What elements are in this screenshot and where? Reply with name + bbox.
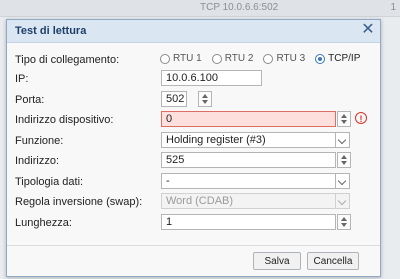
stepper-down-icon[interactable] [202,100,208,104]
chevron-down-icon [336,193,350,209]
port-label: Porta: [15,94,45,106]
length-row: Lunghezza: 1 [15,214,375,232]
radio-circle[interactable] [211,53,222,64]
address-stepper[interactable] [337,152,351,168]
length-input[interactable]: 1 [161,214,336,230]
warning-icon: ! [355,112,367,124]
dialog-footer: Salva Cancella [7,245,380,276]
port-stepper[interactable] [198,91,212,107]
radio-tcpip[interactable]: TCP/IP [315,53,360,64]
swap-select: Word (CDAB) [161,193,336,209]
background-counter: 1 [390,2,396,13]
save-button[interactable]: Salva [253,252,301,270]
stepper-down-icon[interactable] [341,161,347,165]
stepper-down-icon[interactable] [341,223,347,227]
close-icon[interactable]: ✕ [360,22,376,38]
dialog-header: Test di lettura ✕ [7,20,380,43]
stepper-up-icon[interactable] [341,155,347,159]
device-address-stepper[interactable] [337,111,351,127]
ip-row: IP: 10.0.6.100 [15,70,375,88]
port-row: Porta: 502 [15,91,375,109]
swap-label: Regola inversione (swap): [15,196,143,208]
radio-label: RTU 2 [224,53,254,64]
length-stepper[interactable] [337,214,351,230]
background-divider [0,16,400,17]
radio-circle-selected[interactable] [315,53,326,64]
data-type-row: Tipologia dati: - [15,173,375,191]
radio-rtu2[interactable]: RTU 2 [211,53,254,64]
data-type-select[interactable]: - [161,173,336,189]
ip-label: IP: [15,73,29,85]
device-address-row: Indirizzo dispositivo: 0 ! [15,111,375,129]
radio-circle[interactable] [263,53,274,64]
swap-row: Regola inversione (swap): Word (CDAB) [15,193,375,211]
radio-circle[interactable] [160,53,170,64]
function-label: Funzione: [15,135,64,147]
connection-type-radio-group: RTU 1 RTU 2 RTU 3 TCP/IP [160,53,360,64]
chevron-down-icon[interactable] [336,173,350,189]
connection-type-row: Tipo di collegamento: RTU 1 RTU 2 RTU 3 … [15,51,375,69]
function-row: Funzione: Holding register (#3) [15,132,375,150]
radio-rtu1[interactable]: RTU 1 [160,53,202,64]
radio-label: RTU 1 [173,53,202,64]
stepper-down-icon[interactable] [341,120,347,124]
device-address-input[interactable]: 0 [161,111,336,127]
dialog-title: Test di lettura [15,25,87,37]
device-address-label: Indirizzo dispositivo: [15,114,114,126]
background-connection-title: TCP 10.0.6.6:502 [200,2,279,13]
length-label: Lunghezza: [15,217,72,229]
stepper-up-icon[interactable] [341,217,347,221]
connection-type-label: Tipo di collegamento: [15,54,120,66]
radio-rtu3[interactable]: RTU 3 [263,53,305,64]
radio-label: TCP/IP [328,53,361,64]
stepper-up-icon[interactable] [341,114,347,118]
read-test-dialog: Test di lettura ✕ Tipo di collegamento: … [6,19,381,277]
address-input[interactable]: 525 [161,152,336,168]
address-label: Indirizzo: [15,155,60,167]
cancel-button[interactable]: Cancella [307,252,359,270]
chevron-down-icon[interactable] [336,132,350,148]
function-select[interactable]: Holding register (#3) [161,132,336,148]
port-input[interactable]: 502 [161,91,187,107]
address-row: Indirizzo: 525 [15,152,375,170]
radio-label: RTU 3 [276,53,306,64]
stepper-up-icon[interactable] [202,94,208,98]
data-type-label: Tipologia dati: [15,176,84,188]
ip-input[interactable]: 10.0.6.100 [161,70,262,86]
